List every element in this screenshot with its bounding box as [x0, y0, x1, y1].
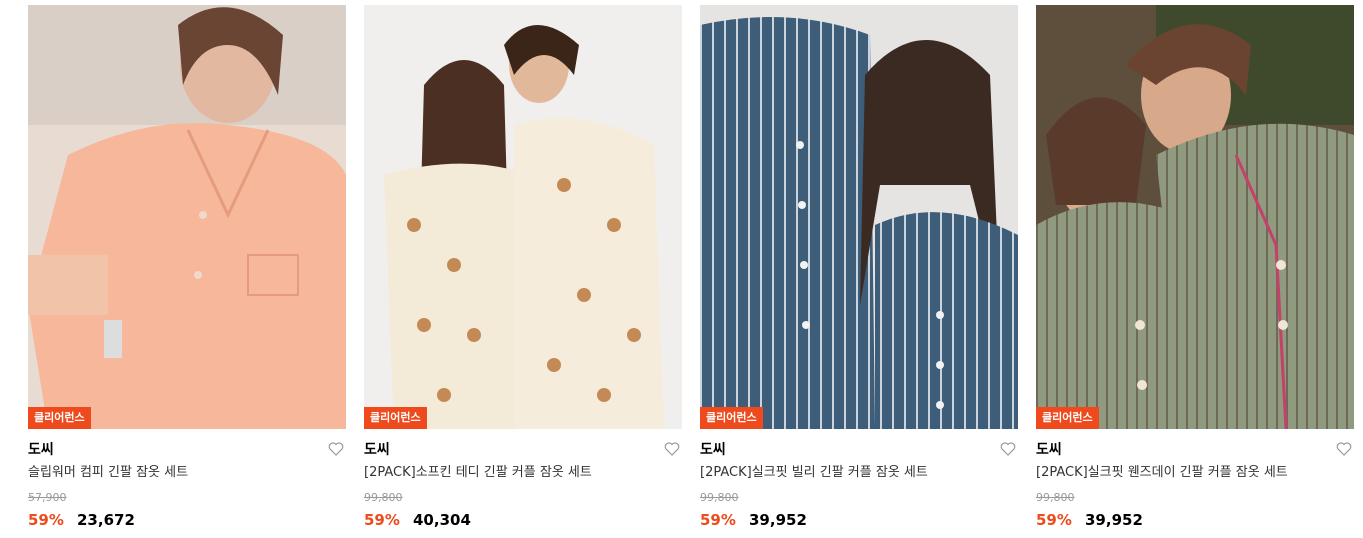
sale-price: 39,952: [749, 511, 807, 529]
original-price: 99,800: [1036, 491, 1075, 504]
sale-price: 39,952: [1085, 511, 1143, 529]
product-image[interactable]: 클리어런스: [700, 5, 1018, 429]
heart-outline-icon[interactable]: [328, 441, 344, 457]
product-photo-icon: [1036, 5, 1354, 429]
discount-rate: 59%: [364, 511, 400, 529]
brand-name[interactable]: 도씨: [1036, 441, 1062, 459]
product-photo-icon: [364, 5, 682, 429]
original-price: 99,800: [700, 491, 739, 504]
heart-outline-icon[interactable]: [664, 441, 680, 457]
clearance-badge: 클리어런스: [28, 407, 91, 429]
original-price: 57,900: [28, 491, 67, 504]
product-card[interactable]: 클리어런스 도씨 [2PACK]실크핏 빌리 긴팔 커플 잠옷 세트 99,80…: [700, 5, 1018, 535]
sale-price: 40,304: [413, 511, 471, 529]
discount-rate: 59%: [28, 511, 64, 529]
product-grid: 클리어런스 도씨 슬립워머 컴피 긴팔 잠옷 세트 57,900 59% 23,…: [0, 0, 1363, 538]
product-image[interactable]: 클리어런스: [28, 5, 346, 429]
clearance-badge: 클리어런스: [364, 407, 427, 429]
product-card[interactable]: 클리어런스 도씨 슬립워머 컴피 긴팔 잠옷 세트 57,900 59% 23,…: [28, 5, 346, 535]
discount-rate: 59%: [1036, 511, 1072, 529]
discount-rate: 59%: [700, 511, 736, 529]
product-photo-icon: [700, 5, 1018, 429]
clearance-badge: 클리어런스: [700, 407, 763, 429]
brand-name[interactable]: 도씨: [700, 441, 726, 459]
product-card[interactable]: 클리어런스 도씨 [2PACK]소프킨 테디 긴팔 커플 잠옷 세트 99,80…: [364, 5, 682, 535]
brand-name[interactable]: 도씨: [364, 441, 390, 459]
product-photo-icon: [28, 5, 346, 429]
product-image[interactable]: 클리어런스: [364, 5, 682, 429]
brand-name[interactable]: 도씨: [28, 441, 54, 459]
product-image[interactable]: 클리어런스: [1036, 5, 1354, 429]
product-card[interactable]: 클리어런스 도씨 [2PACK]실크핏 웬즈데이 긴팔 커플 잠옷 세트 99,…: [1036, 5, 1354, 535]
heart-outline-icon[interactable]: [1336, 441, 1352, 457]
clearance-badge: 클리어런스: [1036, 407, 1099, 429]
original-price: 99,800: [364, 491, 403, 504]
heart-outline-icon[interactable]: [1000, 441, 1016, 457]
sale-price: 23,672: [77, 511, 135, 529]
